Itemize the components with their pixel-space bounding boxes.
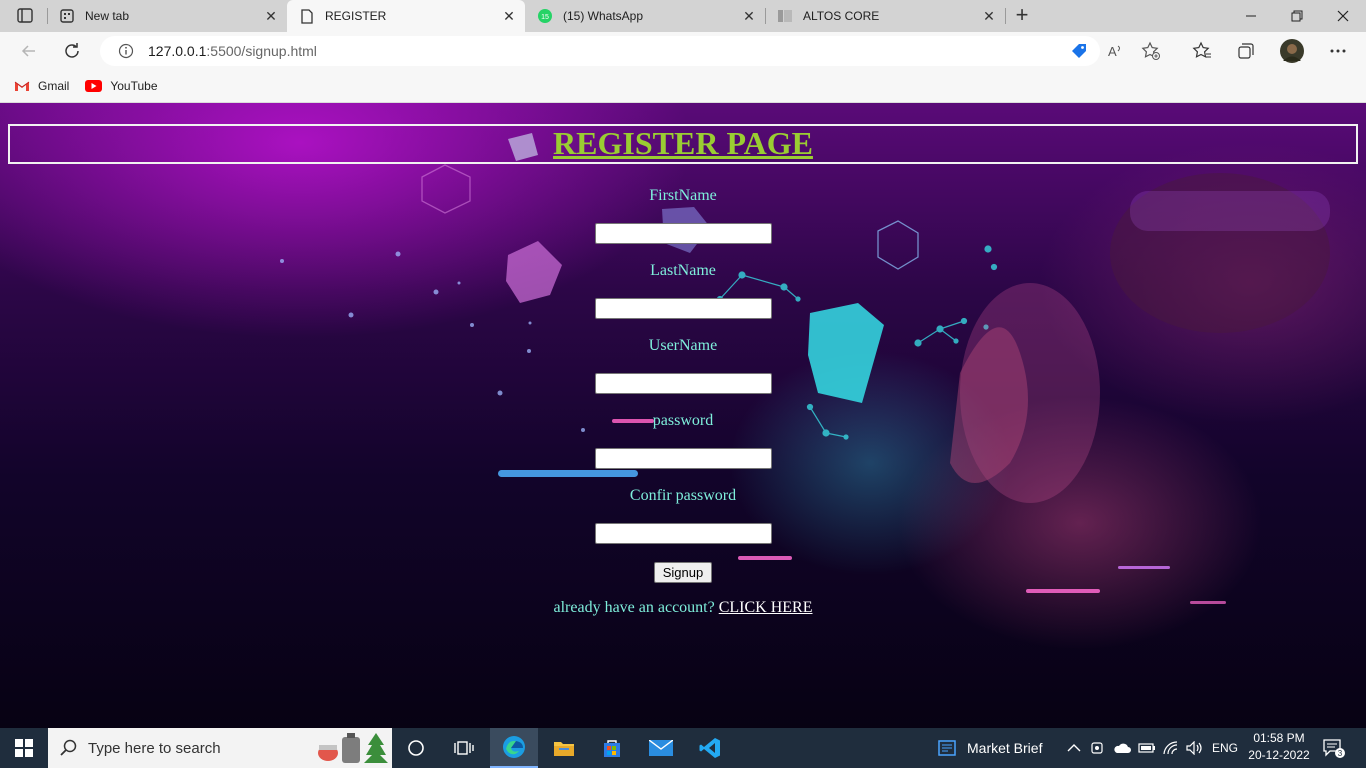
lastname-label: LastName [650, 262, 716, 279]
close-tab-icon[interactable]: ✕ [739, 6, 759, 26]
market-brief-widget[interactable]: Market Brief [937, 728, 1042, 768]
firstname-input[interactable] [595, 223, 772, 244]
tab-new-tab[interactable]: New tab ✕ [47, 0, 287, 32]
news-icon [938, 740, 956, 756]
meet-now-icon[interactable] [1090, 728, 1106, 768]
password-input[interactable] [595, 448, 772, 469]
bookmark-label: YouTube [110, 79, 158, 93]
windows-taskbar: Type here to search Market Brief ENG 01:… [0, 728, 1366, 768]
restore-icon[interactable] [1274, 0, 1320, 32]
whatsapp-icon: 15 [537, 8, 553, 24]
page-icon [299, 8, 315, 24]
site-info-icon[interactable] [118, 43, 134, 59]
file-explorer-icon[interactable] [540, 728, 588, 768]
close-window-icon[interactable] [1320, 0, 1366, 32]
collections-icon[interactable] [1231, 36, 1261, 66]
search-icon [60, 739, 78, 757]
login-prompt-text: already have an account? [553, 599, 715, 616]
url-path: :5500/signup.html [206, 43, 317, 59]
profile-avatar[interactable] [1277, 36, 1307, 66]
notification-center-icon[interactable]: 3 [1322, 728, 1346, 768]
address-bar-row: 127.0.0.1:5500/signup.html A [0, 32, 1366, 70]
microsoft-store-icon[interactable] [588, 728, 636, 768]
vscode-icon[interactable] [686, 728, 734, 768]
new-tab-icon [59, 8, 75, 24]
confirm-password-label: Confir password [629, 487, 737, 504]
task-view-icon[interactable] [440, 728, 488, 768]
bookmark-youtube[interactable]: YouTube [85, 79, 158, 93]
show-hidden-icons[interactable] [1067, 728, 1081, 768]
confirm-password-input[interactable] [595, 523, 772, 544]
tab-label: (15) WhatsApp [563, 9, 644, 23]
clock-date: 20-12-2022 [1248, 748, 1310, 762]
page-title: REGISTER PAGE [553, 125, 813, 161]
edge-taskbar-icon[interactable] [490, 728, 538, 768]
favorites-icon[interactable] [1187, 36, 1217, 66]
browser-tab-bar: New tab ✕ REGISTER ✕ 15 (15) WhatsApp ✕ … [0, 0, 1366, 32]
close-tab-icon[interactable]: ✕ [499, 6, 519, 26]
tab-altos-core[interactable]: ALTOS CORE ✕ [765, 0, 1005, 32]
onedrive-icon[interactable] [1113, 728, 1131, 768]
tab-actions-icon[interactable] [8, 6, 40, 26]
windows-start-icon[interactable] [0, 728, 48, 768]
clock-time: 01:58 PM [1253, 731, 1305, 745]
tab-separator [1005, 8, 1006, 24]
gmail-icon [14, 80, 30, 92]
altos-icon [777, 8, 793, 24]
signup-button[interactable]: Signup [654, 562, 712, 583]
tab-register[interactable]: REGISTER ✕ [287, 0, 525, 32]
close-tab-icon[interactable]: ✕ [261, 6, 281, 26]
refresh-icon[interactable] [57, 36, 87, 66]
bookmark-gmail[interactable]: Gmail [14, 79, 69, 93]
battery-icon[interactable] [1138, 728, 1156, 768]
more-menu-icon[interactable] [1323, 36, 1353, 66]
wifi-icon[interactable] [1163, 728, 1181, 768]
market-brief-label: Market Brief [967, 740, 1043, 756]
register-page: REGISTER PAGE FirstName LastName UserNam… [0, 103, 1366, 728]
username-label: UserName [648, 337, 718, 354]
holiday-decoration-icon [318, 733, 388, 763]
minimize-icon[interactable] [1228, 0, 1274, 32]
whatsapp-badge: 15 [541, 14, 549, 21]
cortana-icon[interactable] [392, 728, 440, 768]
tab-whatsapp[interactable]: 15 (15) WhatsApp ✕ [525, 0, 765, 32]
search-placeholder: Type here to search [88, 739, 221, 757]
language-indicator[interactable]: ENG [1212, 728, 1238, 768]
tab-label: New tab [85, 9, 130, 23]
back-icon[interactable] [14, 36, 44, 66]
url-host: 127.0.0.1 [148, 43, 207, 59]
read-aloud-icon[interactable]: A [1100, 36, 1130, 66]
firstname-label: FirstName [649, 187, 717, 204]
taskbar-search-box[interactable]: Type here to search [48, 728, 392, 768]
svg-text:A: A [1108, 44, 1117, 59]
add-favorite-icon[interactable] [1136, 36, 1166, 66]
login-prompt: already have an account? CLICK HERE [0, 599, 1366, 617]
tab-label: ALTOS CORE [803, 9, 880, 23]
tab-label: REGISTER [325, 9, 387, 23]
new-tab-button[interactable]: + [1010, 4, 1034, 28]
clock[interactable]: 01:58 PM 20-12-2022 [1244, 730, 1314, 764]
coupon-tag-icon[interactable] [1064, 36, 1094, 66]
youtube-icon [85, 80, 103, 92]
url-box[interactable]: 127.0.0.1:5500/signup.html [100, 36, 1100, 66]
lastname-input[interactable] [595, 298, 772, 319]
username-input[interactable] [595, 373, 772, 394]
volume-icon[interactable] [1186, 728, 1204, 768]
close-tab-icon[interactable]: ✕ [979, 6, 999, 26]
bookmark-label: Gmail [38, 79, 70, 93]
password-label: password [652, 412, 714, 429]
notification-count: 3 [1338, 749, 1343, 758]
click-here-link[interactable]: CLICK HERE [719, 599, 813, 616]
bookmarks-bar: Gmail YouTube [0, 70, 1366, 103]
mail-icon[interactable] [637, 728, 685, 768]
